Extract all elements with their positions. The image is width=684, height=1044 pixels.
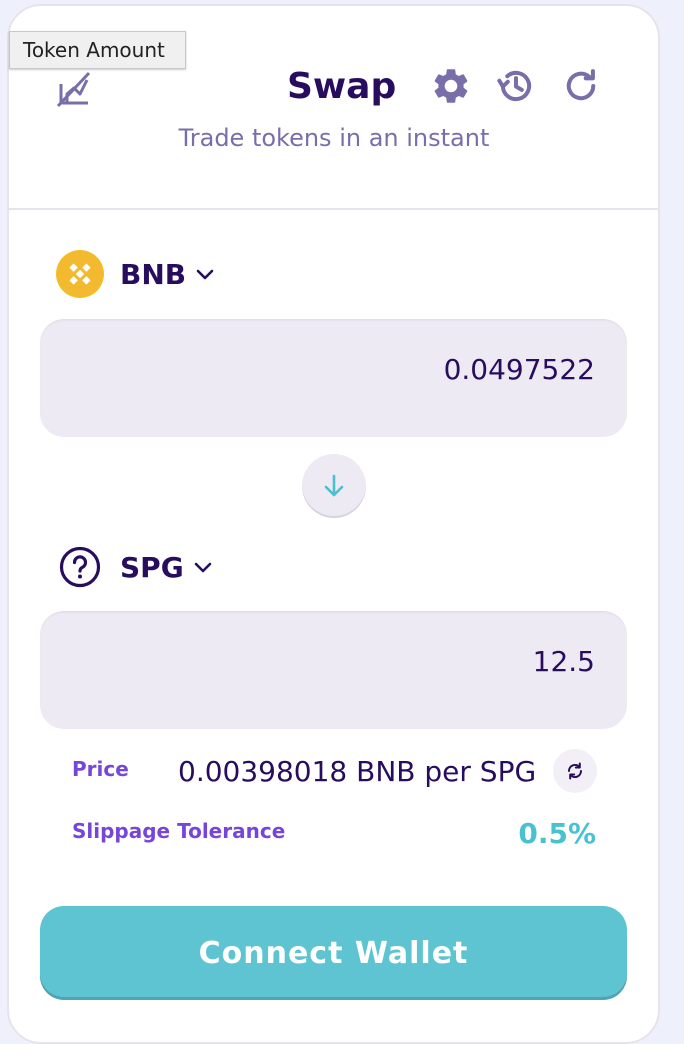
refresh-icon[interactable]	[560, 65, 602, 107]
chevron-down-icon	[192, 556, 214, 578]
from-amount-value: 0.0497522	[443, 353, 595, 386]
from-amount-input[interactable]: 0.0497522	[40, 319, 627, 437]
gear-icon[interactable]	[430, 65, 472, 107]
price-value: 0.00398018 BNB per SPG	[178, 755, 537, 788]
invert-price-button[interactable]	[553, 749, 597, 793]
chevron-down-icon	[194, 263, 216, 285]
page-subtitle: Trade tokens in an instant	[178, 124, 490, 152]
token-amount-tooltip: Token Amount	[9, 31, 186, 69]
bnb-logo-icon	[56, 250, 104, 298]
to-token-symbol: SPG	[120, 550, 184, 584]
question-mark-icon	[56, 543, 104, 591]
from-token-selector[interactable]: BNB	[56, 249, 216, 299]
chart-disabled-icon[interactable]	[55, 70, 93, 108]
swap-arrows-icon	[567, 762, 583, 780]
connect-wallet-button[interactable]: Connect Wallet	[40, 906, 627, 1000]
price-label: Price	[72, 757, 129, 781]
arrow-down-icon	[324, 474, 344, 497]
page-title: Swap	[287, 66, 397, 107]
slippage-value[interactable]: 0.5%	[518, 815, 596, 853]
to-amount-input[interactable]: 12.5	[40, 611, 627, 729]
from-token-symbol: BNB	[120, 257, 187, 291]
to-amount-value: 12.5	[532, 645, 595, 678]
header-divider	[9, 208, 660, 210]
to-token-selector[interactable]: SPG	[56, 542, 214, 592]
swap-card	[7, 4, 660, 1044]
switch-direction-button[interactable]	[302, 454, 366, 518]
slippage-label: Slippage Tolerance	[72, 819, 286, 843]
history-icon[interactable]	[495, 65, 537, 107]
